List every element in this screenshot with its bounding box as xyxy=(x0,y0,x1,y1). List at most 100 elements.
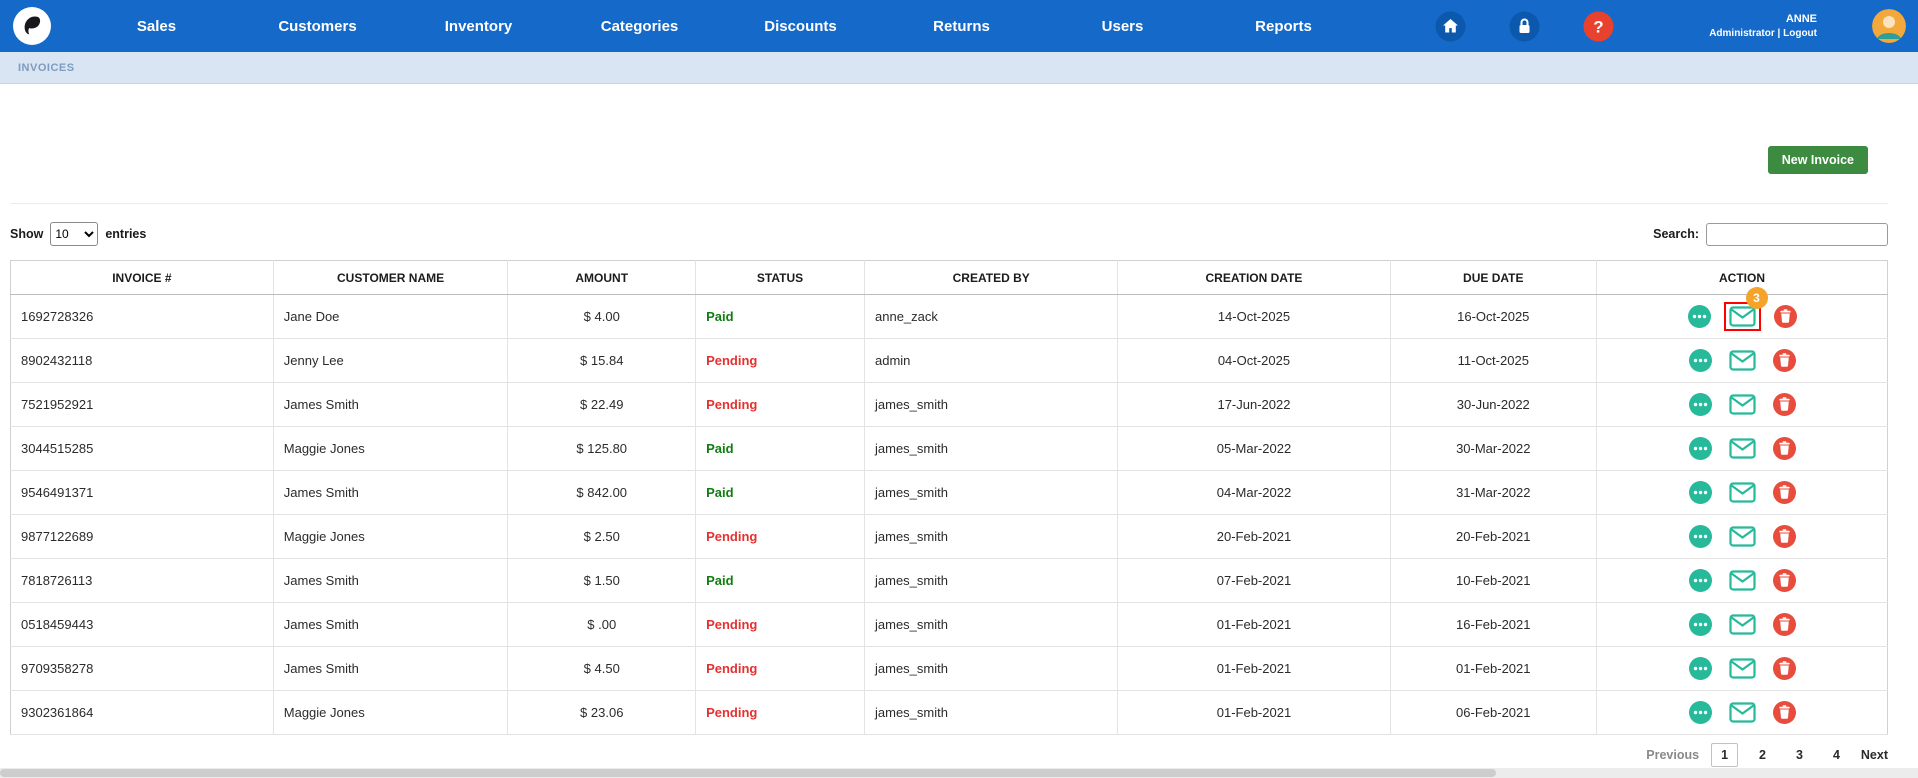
delete-invoice-icon[interactable] xyxy=(1772,348,1797,373)
horizontal-scrollbar-track[interactable] xyxy=(0,768,1918,778)
nav-item-reports[interactable]: Reports xyxy=(1203,18,1364,35)
delete-invoice-icon[interactable] xyxy=(1772,612,1797,637)
column-header-created-by[interactable]: CREATED BY xyxy=(865,261,1118,295)
pagination-page-1[interactable]: 1 xyxy=(1711,743,1738,767)
search-label: Search: xyxy=(1653,227,1699,241)
cell-status: Pending xyxy=(696,691,865,735)
new-invoice-button[interactable]: New Invoice xyxy=(1768,146,1868,174)
email-invoice-icon[interactable] xyxy=(1729,306,1756,327)
column-header-status[interactable]: STATUS xyxy=(696,261,865,295)
delete-invoice-icon[interactable] xyxy=(1772,700,1797,725)
pagination: Previous 1234 Next xyxy=(10,743,1888,767)
cell-action xyxy=(1597,603,1888,647)
nav-item-users[interactable]: Users xyxy=(1042,18,1203,35)
email-invoice-icon[interactable] xyxy=(1729,658,1756,679)
view-invoice-icon[interactable] xyxy=(1688,436,1713,461)
view-invoice-icon[interactable] xyxy=(1687,304,1712,329)
table-row: 7818726113James Smith$ 1.50Paidjames_smi… xyxy=(11,559,1888,603)
cell-customer-name: Jane Doe xyxy=(273,295,508,339)
column-header-invoice[interactable]: INVOICE # xyxy=(11,261,274,295)
cell-invoice-number: 9709358278 xyxy=(11,647,274,691)
cell-invoice-number: 9302361864 xyxy=(11,691,274,735)
email-invoice-icon[interactable] xyxy=(1729,394,1756,415)
cell-customer-name: James Smith xyxy=(273,603,508,647)
column-header-due-date[interactable]: DUE DATE xyxy=(1390,261,1596,295)
table-row: 7521952921James Smith$ 22.49Pendingjames… xyxy=(11,383,1888,427)
cell-creation-date: 01-Feb-2021 xyxy=(1118,647,1390,691)
nav-menu: SalesCustomersInventoryCategoriesDiscoun… xyxy=(76,18,1364,35)
cell-amount: $ 23.06 xyxy=(508,691,696,735)
pagination-previous[interactable]: Previous xyxy=(1646,748,1699,762)
app-logo[interactable] xyxy=(12,6,52,46)
logout-link[interactable]: Administrator | Logout xyxy=(1697,27,1817,40)
delete-invoice-icon[interactable] xyxy=(1772,392,1797,417)
email-invoice-icon[interactable] xyxy=(1729,614,1756,635)
cell-creation-date: 14-Oct-2025 xyxy=(1118,295,1390,339)
pagination-page-2[interactable]: 2 xyxy=(1750,744,1775,766)
view-invoice-icon[interactable] xyxy=(1688,480,1713,505)
cell-action xyxy=(1597,383,1888,427)
view-invoice-icon[interactable] xyxy=(1688,348,1713,373)
email-invoice-icon[interactable] xyxy=(1729,702,1756,723)
email-invoice-icon[interactable] xyxy=(1729,350,1756,371)
email-invoice-icon[interactable] xyxy=(1729,526,1756,547)
nav-item-returns[interactable]: Returns xyxy=(881,18,1042,35)
delete-invoice-icon[interactable] xyxy=(1772,436,1797,461)
pagination-next[interactable]: Next xyxy=(1861,748,1888,762)
cell-invoice-number: 9877122689 xyxy=(11,515,274,559)
view-invoice-icon[interactable] xyxy=(1688,656,1713,681)
cell-action xyxy=(1597,647,1888,691)
column-header-amount[interactable]: AMOUNT xyxy=(508,261,696,295)
email-invoice-icon[interactable] xyxy=(1729,438,1756,459)
logo-icon xyxy=(12,33,52,50)
delete-invoice-icon[interactable] xyxy=(1772,524,1797,549)
nav-item-discounts[interactable]: Discounts xyxy=(720,18,881,35)
view-invoice-icon[interactable] xyxy=(1688,700,1713,725)
nav-item-inventory[interactable]: Inventory xyxy=(398,18,559,35)
delete-invoice-icon[interactable] xyxy=(1772,568,1797,593)
cell-action xyxy=(1597,559,1888,603)
column-header-action[interactable]: ACTION xyxy=(1597,261,1888,295)
cell-created-by: james_smith xyxy=(865,383,1118,427)
delete-invoice-icon[interactable] xyxy=(1772,480,1797,505)
view-invoice-icon[interactable] xyxy=(1688,524,1713,549)
cell-status: Paid xyxy=(696,471,865,515)
cell-status: Pending xyxy=(696,383,865,427)
cell-action xyxy=(1597,427,1888,471)
pagination-page-4[interactable]: 4 xyxy=(1824,744,1849,766)
cell-amount: $ 125.80 xyxy=(508,427,696,471)
user-name: ANNE xyxy=(1697,12,1817,26)
cell-status: Pending xyxy=(696,647,865,691)
annotation-badge: 3 xyxy=(1746,287,1768,309)
table-row: 9546491371James Smith$ 842.00Paidjames_s… xyxy=(11,471,1888,515)
cell-creation-date: 17-Jun-2022 xyxy=(1118,383,1390,427)
table-row: 1692728326Jane Doe$ 4.00Paidanne_zack14-… xyxy=(11,295,1888,339)
nav-item-customers[interactable]: Customers xyxy=(237,18,398,35)
column-header-customer-name[interactable]: CUSTOMER NAME xyxy=(273,261,508,295)
main-content: New Invoice Show 10 entries Search: INVO… xyxy=(0,84,1918,767)
cell-created-by: james_smith xyxy=(865,559,1118,603)
pagination-page-3[interactable]: 3 xyxy=(1787,744,1812,766)
nav-right-cluster: ? ANNE Administrator | Logout xyxy=(1435,9,1906,43)
cell-creation-date: 04-Oct-2025 xyxy=(1118,339,1390,383)
user-avatar[interactable] xyxy=(1872,9,1906,43)
nav-item-categories[interactable]: Categories xyxy=(559,18,720,35)
delete-invoice-icon[interactable] xyxy=(1772,656,1797,681)
home-button[interactable] xyxy=(1435,11,1466,42)
view-invoice-icon[interactable] xyxy=(1688,392,1713,417)
help-button[interactable]: ? xyxy=(1583,11,1614,42)
cell-customer-name: James Smith xyxy=(273,647,508,691)
cell-amount: $ 4.00 xyxy=(508,295,696,339)
search-input[interactable] xyxy=(1706,223,1888,246)
nav-item-sales[interactable]: Sales xyxy=(76,18,237,35)
email-invoice-icon[interactable] xyxy=(1729,482,1756,503)
page-size-select[interactable]: 10 xyxy=(50,222,98,246)
delete-invoice-icon[interactable] xyxy=(1773,304,1798,329)
lock-button[interactable] xyxy=(1509,11,1540,42)
column-header-creation-date[interactable]: CREATION DATE xyxy=(1118,261,1390,295)
cell-action xyxy=(1597,515,1888,559)
view-invoice-icon[interactable] xyxy=(1688,612,1713,637)
horizontal-scrollbar-thumb[interactable] xyxy=(0,769,1496,777)
view-invoice-icon[interactable] xyxy=(1688,568,1713,593)
email-invoice-icon[interactable] xyxy=(1729,570,1756,591)
